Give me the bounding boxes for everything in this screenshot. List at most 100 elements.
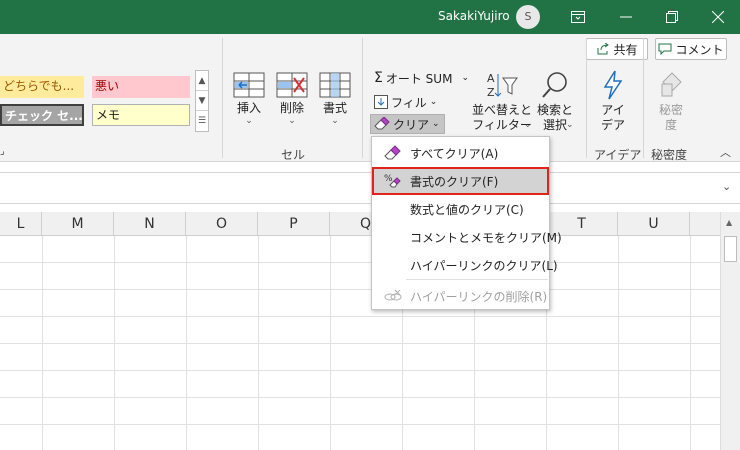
find-select-label-1: 検索と xyxy=(536,103,573,117)
minimize-icon xyxy=(620,16,632,18)
scroll-up-icon[interactable]: ▲ xyxy=(196,71,208,91)
styles-gallery-scroller[interactable]: ▲ ▼ ☰ xyxy=(195,70,209,132)
restore-button[interactable] xyxy=(650,0,694,34)
title-bar: SakakiYujiro S xyxy=(0,0,740,34)
menu-item-clear-all[interactable]: すべてクリア(A) xyxy=(372,139,549,167)
ribbon: 共有 コメント どちらでも... 悪い チェック セ... メモ ▲ ▼ ☰ 挿… xyxy=(0,34,740,162)
comment-icon xyxy=(658,43,672,55)
share-button[interactable]: 共有 xyxy=(586,38,648,60)
expand-formula-bar-icon[interactable]: ⌄ xyxy=(722,180,731,193)
style-check-cell[interactable]: チェック セ... xyxy=(0,104,84,126)
sensitivity-button[interactable]: 秘密 度 xyxy=(650,70,692,133)
minimize-button[interactable] xyxy=(604,0,648,34)
autosum-button[interactable]: Σ オート SUM ⌄ xyxy=(374,68,469,88)
comment-button[interactable]: コメント xyxy=(655,38,727,60)
autosum-label: オート SUM xyxy=(385,71,453,86)
svg-text:A: A xyxy=(487,72,495,85)
format-cells-icon xyxy=(319,72,351,98)
column-header-m[interactable]: M xyxy=(42,212,114,236)
avatar[interactable]: S xyxy=(516,5,540,29)
scroll-up-icon[interactable]: ▲ xyxy=(726,218,732,227)
menu-item-clear-contents[interactable]: 数式と値のクリア(C) xyxy=(372,195,549,223)
format-label: 書式 xyxy=(322,101,347,115)
share-label: 共有 xyxy=(613,42,638,57)
separator xyxy=(643,38,644,158)
menu-item-clear-comments[interactable]: コメントとメモをクリア(M) xyxy=(372,223,562,251)
style-memo[interactable]: メモ xyxy=(92,104,190,126)
menu-item-remove-hyperlinks: ハイパーリンクの削除(R) xyxy=(372,282,549,310)
chevron-down-icon: ⌄ xyxy=(331,116,339,126)
restore-icon xyxy=(666,11,678,23)
menu-item-label: ハイパーリンクの削除(R) xyxy=(410,290,548,304)
column-header-u[interactable]: U xyxy=(618,212,690,236)
chevron-down-icon: ⌄ xyxy=(566,120,574,130)
group-dialog-launcher-icon[interactable]: ⌟ xyxy=(0,146,5,157)
remove-link-icon xyxy=(384,289,402,301)
comment-label: コメント xyxy=(675,42,724,57)
menu-separator xyxy=(406,279,548,280)
lightning-icon xyxy=(603,70,623,100)
chevron-down-icon: ⌄ xyxy=(432,119,440,129)
delete-label: 削除 xyxy=(279,101,304,115)
scroll-down-icon[interactable]: ▼ xyxy=(196,91,208,111)
style-neutral[interactable]: どちらでも... xyxy=(0,76,84,98)
ribbon-display-options-button[interactable] xyxy=(556,0,600,34)
delete-button[interactable]: 削除 ⌄ xyxy=(275,72,309,126)
menu-item-label: 書式のクリア(F) xyxy=(410,175,499,189)
sensitivity-label-icon xyxy=(661,72,682,97)
separator xyxy=(586,38,587,158)
search-icon xyxy=(542,72,567,98)
sort-filter-label-2: フィルター xyxy=(472,118,532,132)
column-header-n[interactable]: N xyxy=(114,212,186,236)
scrollbar-thumb[interactable] xyxy=(724,236,737,262)
close-button[interactable] xyxy=(696,0,740,34)
ideas-label-2: デア xyxy=(600,118,625,132)
menu-item-label: すべてクリア(A) xyxy=(410,147,499,161)
sensitivity-label-1: 秘密 xyxy=(658,103,683,117)
ideas-group-label: アイデア xyxy=(594,148,642,162)
fill-label: フィル xyxy=(391,95,427,110)
separator xyxy=(222,38,223,158)
user-name: SakakiYujiro xyxy=(438,9,510,23)
style-bad[interactable]: 悪い xyxy=(92,76,190,98)
ideas-label-1: アイ xyxy=(601,103,625,117)
gallery-more-icon[interactable]: ☰ xyxy=(196,111,208,131)
fill-button[interactable]: フィル ⌄ xyxy=(374,92,437,112)
column-header-l[interactable]: L xyxy=(0,212,42,236)
formula-bar[interactable]: ⌄ xyxy=(0,172,740,204)
chevron-down-icon: ⌄ xyxy=(461,73,469,83)
column-header-o[interactable]: O xyxy=(186,212,258,236)
collapse-ribbon-icon[interactable]: ︿ xyxy=(720,144,731,160)
clear-button[interactable]: クリア ⌄ xyxy=(370,114,445,134)
insert-button[interactable]: 挿入 ⌄ xyxy=(232,72,266,126)
grid-lines xyxy=(0,236,720,450)
close-icon xyxy=(712,11,724,23)
separator xyxy=(362,38,363,158)
sensitivity-group-label: 秘密度 xyxy=(651,148,688,162)
column-header-p[interactable]: P xyxy=(258,212,330,236)
clear-dropdown-menu: すべてクリア(A) % 書式のクリア(F) 数式と値のクリア(C) コメントとメ… xyxy=(371,136,562,310)
sigma-icon: Σ xyxy=(374,70,383,86)
clear-format-icon: % xyxy=(384,174,401,188)
cells-group-label: セル xyxy=(281,148,306,162)
chevron-down-icon: ⌄ xyxy=(288,116,296,126)
delete-cells-icon xyxy=(276,72,308,98)
sort-filter-button[interactable]: AZ 並べ替えと フィルター xyxy=(472,70,532,133)
sort-filter-icon: AZ xyxy=(487,72,518,99)
ribbon-display-icon xyxy=(571,11,585,23)
menu-item-label: 数式と値のクリア(C) xyxy=(410,203,524,217)
chevron-down-icon: ⌄ xyxy=(524,120,532,130)
eraser-icon xyxy=(384,145,401,160)
chevron-down-icon: ⌄ xyxy=(245,116,253,126)
ideas-button[interactable]: アイ デア xyxy=(594,70,632,133)
insert-label: 挿入 xyxy=(236,101,261,115)
format-button[interactable]: 書式 ⌄ xyxy=(318,72,352,126)
menu-item-clear-hyperlinks[interactable]: ハイパーリンクのクリア(L) xyxy=(372,251,558,279)
column-headers: L M N O P Q R S T U xyxy=(0,212,720,236)
vertical-scrollbar[interactable]: ▲ xyxy=(720,212,740,450)
worksheet-grid[interactable] xyxy=(0,236,720,450)
menu-item-clear-formats[interactable]: % 書式のクリア(F) xyxy=(372,167,549,195)
chevron-down-icon: ⌄ xyxy=(429,97,438,107)
menu-item-label: ハイパーリンクのクリア(L) xyxy=(410,259,558,273)
svg-text:Z: Z xyxy=(487,86,495,99)
